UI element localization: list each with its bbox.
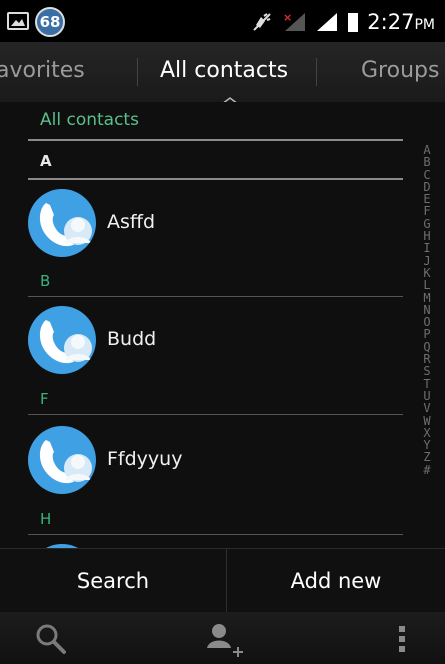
signal-sim1-icon: × — [283, 11, 306, 31]
search-button[interactable]: Search — [0, 549, 226, 613]
svg-text:×: × — [283, 11, 292, 24]
section-header-h: H — [40, 510, 52, 528]
index-letter[interactable]: W — [420, 414, 434, 427]
index-letter[interactable]: V — [420, 402, 434, 415]
mute-icon — [253, 13, 272, 31]
tab-groups[interactable]: Groups — [361, 42, 439, 102]
add-contact-icon[interactable] — [205, 622, 245, 658]
add-new-button[interactable]: Add new — [227, 549, 445, 613]
contact-name: Asffd — [107, 211, 156, 233]
list-title: All contacts — [40, 110, 139, 130]
index-letter[interactable]: B — [420, 156, 434, 169]
contact-name: Ffdyyuy — [107, 448, 183, 470]
contact-item[interactable]: Ffdyyuy — [28, 426, 403, 500]
tab-all-contacts[interactable]: All contacts — [160, 42, 288, 102]
section-header-a: A — [40, 152, 52, 170]
index-letter[interactable]: P — [420, 328, 434, 341]
contact-item[interactable]: Asffd — [28, 189, 403, 263]
tab-divider — [316, 58, 317, 86]
overflow-menu-icon[interactable] — [396, 622, 408, 656]
divider — [28, 414, 403, 415]
index-letter[interactable]: L — [420, 279, 434, 292]
index-letter[interactable]: I — [420, 242, 434, 255]
status-time: 2:27PM — [367, 10, 435, 34]
index-letter[interactable]: S — [420, 365, 434, 378]
tab-bar: avorites All contacts Groups — [0, 42, 445, 102]
divider — [28, 139, 403, 141]
contact-avatar-icon — [28, 426, 96, 494]
contact-avatar-icon — [28, 306, 96, 374]
index-letter[interactable]: Z — [420, 451, 434, 464]
notification-badge: 68 — [35, 7, 65, 37]
status-bar: 68 × 2:27PM — [0, 0, 445, 42]
contact-item[interactable]: Budd — [28, 306, 403, 380]
tab-favorites[interactable]: avorites — [0, 42, 85, 102]
index-letter[interactable]: # — [420, 463, 434, 476]
divider — [28, 534, 403, 535]
signal-sim2-icon — [317, 13, 338, 31]
search-icon[interactable] — [34, 622, 68, 656]
index-letter[interactable]: M — [420, 291, 434, 304]
contact-name: Budd — [107, 328, 157, 350]
image-icon — [7, 12, 29, 30]
divider — [28, 296, 403, 297]
section-header-b: B — [40, 272, 51, 290]
action-bar: Search Add new — [0, 548, 445, 613]
contact-list[interactable]: All contacts A Asffd B Budd F Ffdyyuy H … — [0, 102, 445, 548]
divider — [28, 178, 403, 180]
tab-divider — [137, 58, 138, 86]
contact-avatar-icon — [28, 189, 96, 257]
alphabet-index-scroller[interactable]: A B C D E F G H I J K L M N O P Q R S T U V W X Y Z # — [420, 144, 434, 476]
bottom-nav-bar — [0, 612, 445, 664]
battery-icon — [348, 13, 359, 32]
section-header-f: F — [40, 390, 49, 408]
index-letter[interactable]: F — [420, 205, 434, 218]
